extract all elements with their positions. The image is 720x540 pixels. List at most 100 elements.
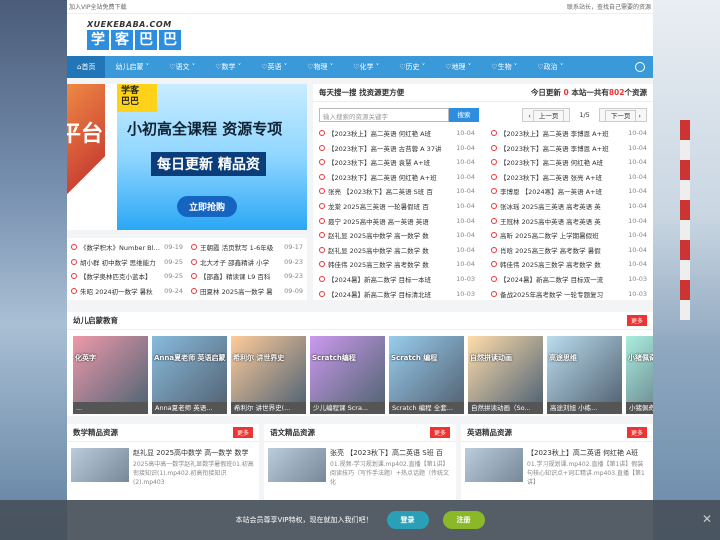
list-item[interactable]: 赵礼显 2025高中数学 高二数学 数 10-04 — [319, 245, 475, 255]
bullet-icon — [319, 275, 325, 282]
list-item[interactable]: 高昕 2025高二数学 上学期暑假班 10-04 — [491, 230, 647, 240]
list-item[interactable]: 田夏林 2025高一数学 暑 09-09 — [191, 286, 303, 297]
more-button[interactable]: 更多 — [429, 427, 450, 438]
list-item[interactable]: 韩佳伟 2025高三数学 高考数学 数 10-04 — [491, 259, 647, 269]
nav-geography[interactable]: ♡地理 ˅ — [435, 56, 481, 78]
nav-math[interactable]: ♡数学 ˅ — [205, 56, 251, 78]
list-item[interactable]: 【邵鑫】精读课 L9 百科 09-23 — [191, 271, 303, 282]
list-item[interactable]: 聂宁 2025高中英语 高一英语 英语 10-04 — [319, 216, 475, 226]
banner-slider[interactable]: 平台 99 学客 巴巴 小初高全课程 资源专项 每日更新 精品资 立即抢购 — [67, 84, 307, 230]
nav-english[interactable]: ♡英语 ˅ — [251, 56, 297, 78]
list-item[interactable]: 张冰瑶 2025高三英语 高考英语 英 10-04 — [491, 201, 647, 211]
thumbnail-card[interactable]: 自然拼读动画 自然拼读动画（So... — [468, 336, 543, 414]
bullet-icon — [491, 173, 497, 180]
close-icon[interactable]: ✕ — [702, 512, 712, 526]
list-item[interactable]: 【2023秋上】高二英语 李博恩 A+班 10-04 — [491, 128, 647, 138]
list-item[interactable]: 肖晗 2025高三数学 高考数学 暑假 10-04 — [491, 245, 647, 255]
bullet-icon — [191, 273, 197, 280]
thumbnail-card[interactable]: 高途思维 高途刘旭 小练... — [547, 336, 622, 414]
list-item[interactable]: 【2023秋下】高二英语 张亮 A+班 10-04 — [491, 172, 647, 182]
site-logo[interactable]: XUEKEBABA.COM 学 客 巴 巴 — [87, 20, 181, 50]
thumbnail: 自然拼读动画 — [468, 336, 543, 402]
bullet-icon — [319, 261, 325, 268]
register-button[interactable]: 注册 — [442, 511, 485, 529]
list-item[interactable]: 张亮 【2023秋下】高二英语 S班 百 10-04 — [319, 186, 475, 196]
list-item[interactable]: 【2023秋下】高二英语 何红艳 A+班 10-04 — [319, 172, 475, 182]
banner-button[interactable]: 立即抢购 — [177, 196, 238, 217]
section-title: 数学精品资源 — [73, 428, 118, 437]
more-button[interactable]: 更多 — [626, 315, 647, 326]
search-icon[interactable] — [635, 62, 645, 72]
list-item[interactable]: 【2024暑】新高二数学 目标清北班 10-03 — [319, 289, 475, 299]
section-title: 幼儿启蒙教育 — [73, 316, 118, 325]
search-button[interactable]: 搜索 — [449, 108, 479, 122]
nav-home[interactable]: ⌂首页 — [67, 56, 106, 78]
more-button[interactable]: 更多 — [232, 427, 253, 438]
nav-biology[interactable]: ♡生物 ˅ — [481, 56, 527, 78]
list-item[interactable]: 【2023秋下】高二英语 何红艳 A班 10-04 — [491, 157, 647, 167]
featured-item[interactable]: 【2023秋上】高二英语 何红艳 A班 01.学习规划课.mp402.直播【第1讲… — [461, 442, 653, 493]
list-item[interactable]: 【2024暑】新高二数学 目标一本班 10-03 — [319, 274, 475, 284]
next-page-button[interactable]: 下一页 › — [598, 108, 647, 122]
list-item[interactable]: 【2023秋下】高二英语 袁慧 A+班 10-04 — [319, 157, 475, 167]
list-item[interactable]: 龙棠 2025高三英语 一轮暑假班 百 10-04 — [319, 201, 475, 211]
thumbnail-card[interactable]: Anna夏老师 英语启蒙 Anna夏老师 英语... — [152, 336, 227, 414]
bullet-icon — [191, 244, 197, 251]
thumbnail-card[interactable]: 小猪佩奇精读小猪佩奇精读 第一... — [626, 336, 653, 414]
thumbnail-card[interactable]: 希利尔 讲世界史 希利尔 讲世界史(... — [231, 336, 306, 414]
list-item[interactable]: 备战2025年高考数学 一轮专题复习 10-03 — [491, 289, 647, 299]
list-item[interactable]: 王朝霞 活页默写 1-6年级 09-17 — [191, 242, 303, 253]
more-button[interactable]: 更多 — [626, 427, 647, 438]
bullet-icon — [71, 287, 77, 294]
bullet-icon — [491, 217, 497, 224]
login-button[interactable]: 登录 — [386, 511, 429, 529]
list-item[interactable]: 【2023秋下】高二英语 李博恩 A+班 10-04 — [491, 143, 647, 153]
list-item[interactable]: 朱昭 2024初一数学 暑秋 09-24 — [71, 286, 183, 297]
banner-main[interactable]: 学客 巴巴 小初高全课程 资源专项 每日更新 精品资 立即抢购 — [117, 84, 307, 230]
vip-link[interactable]: 加入VIP全站免费下载 — [69, 2, 127, 11]
section-title: 英语精品资源 — [467, 428, 512, 437]
bullet-icon — [491, 159, 497, 166]
list-item[interactable]: 王冠林 2025高中英语 高考英语 英 10-04 — [491, 216, 647, 226]
thumbnail: 高途思维 — [547, 336, 622, 402]
list-item[interactable]: 韩佳伟 2025高三数学 高考数学 数 10-04 — [319, 259, 475, 269]
featured-item[interactable]: 赵礼显 2025高中数学 高一数学 数学 2025高中高一数学赵礼显数学暑假班01… — [67, 442, 259, 493]
nav-politics[interactable]: ♡政治 ˅ — [527, 56, 573, 78]
search-input[interactable]: 输入搜索的资源关键字 — [319, 108, 449, 122]
thumbnail-card[interactable]: Scratch 编程 Scratch 编程 全套... — [389, 336, 464, 414]
thumbnail — [268, 448, 326, 482]
thumbnail-card[interactable]: 化英字... — [73, 336, 148, 414]
nav-kids[interactable]: 幼儿启蒙 ˅ — [105, 56, 159, 78]
nav-chinese[interactable]: ♡语文 ˅ — [159, 56, 205, 78]
bullet-icon — [319, 232, 325, 239]
list-item[interactable]: 李博恩 【2024寒】高一英语 A+班 10-04 — [491, 186, 647, 196]
prev-page-button[interactable]: ‹ 上一页 — [522, 108, 571, 122]
nav-history[interactable]: ♡历史 ˅ — [389, 56, 435, 78]
list-item[interactable]: 胡小群 初中数学 思维能力 09-25 — [71, 257, 183, 268]
thumbnail: 化英字 — [73, 336, 148, 402]
featured-item[interactable]: 张亮 【2023秋下】高二英语 S班 百 01.视频-学习规划课.mp402.直播… — [264, 442, 456, 493]
bullet-icon — [319, 188, 325, 195]
bullet-icon — [491, 232, 497, 239]
list-item[interactable]: 《数学积木》Number Blocks 09-19 — [71, 242, 183, 253]
page-wrapper: 加入VIP全站免费下载 联系站长，查找自己需要的资源 XUEKEBABA.COM… — [67, 0, 653, 540]
bullet-icon — [319, 144, 325, 151]
list-item[interactable]: 【2024暑】新高二数学 目标双一流 10-03 — [491, 274, 647, 284]
banner-tag: 学客 巴巴 — [117, 84, 157, 112]
list-item[interactable]: 【2023秋下】高一英语 古苔蓉 A 37讲 10-04 — [319, 143, 475, 153]
logo-char: 学 — [87, 30, 109, 50]
logo-char: 巴 — [135, 30, 157, 50]
recommended-links: 《数学积木》Number Blocks 09-19 王朝霞 活页默写 1-6年级 09… — [67, 238, 307, 300]
list-item[interactable]: 【2023秋上】高二英语 何红艳 A班 10-04 — [319, 128, 475, 138]
thumbnail-card[interactable]: Scratch编程 少儿编程课 Scra... — [310, 336, 385, 414]
list-item[interactable]: 【数学奥林匹克小蓝本】 09-25 — [71, 271, 183, 282]
list-item[interactable]: 赵礼显 2025高中数学 高一数学 数 10-04 — [319, 230, 475, 240]
bullet-icon — [319, 202, 325, 209]
nav-physics[interactable]: ♡物理 ˅ — [297, 56, 343, 78]
thumbnail: Scratch 编程 — [389, 336, 464, 402]
background-right — [652, 0, 720, 540]
list-item[interactable]: 北大才子 邵鑫精讲 小学 09-23 — [191, 257, 303, 268]
kids-section: 幼儿启蒙教育 更多 化英字... Anna夏老师 英语启蒙 Anna夏老师 英语..… — [67, 312, 653, 416]
contact-link[interactable]: 联系站长，查找自己需要的资源 — [567, 2, 651, 11]
nav-chemistry[interactable]: ♡化学 ˅ — [343, 56, 389, 78]
